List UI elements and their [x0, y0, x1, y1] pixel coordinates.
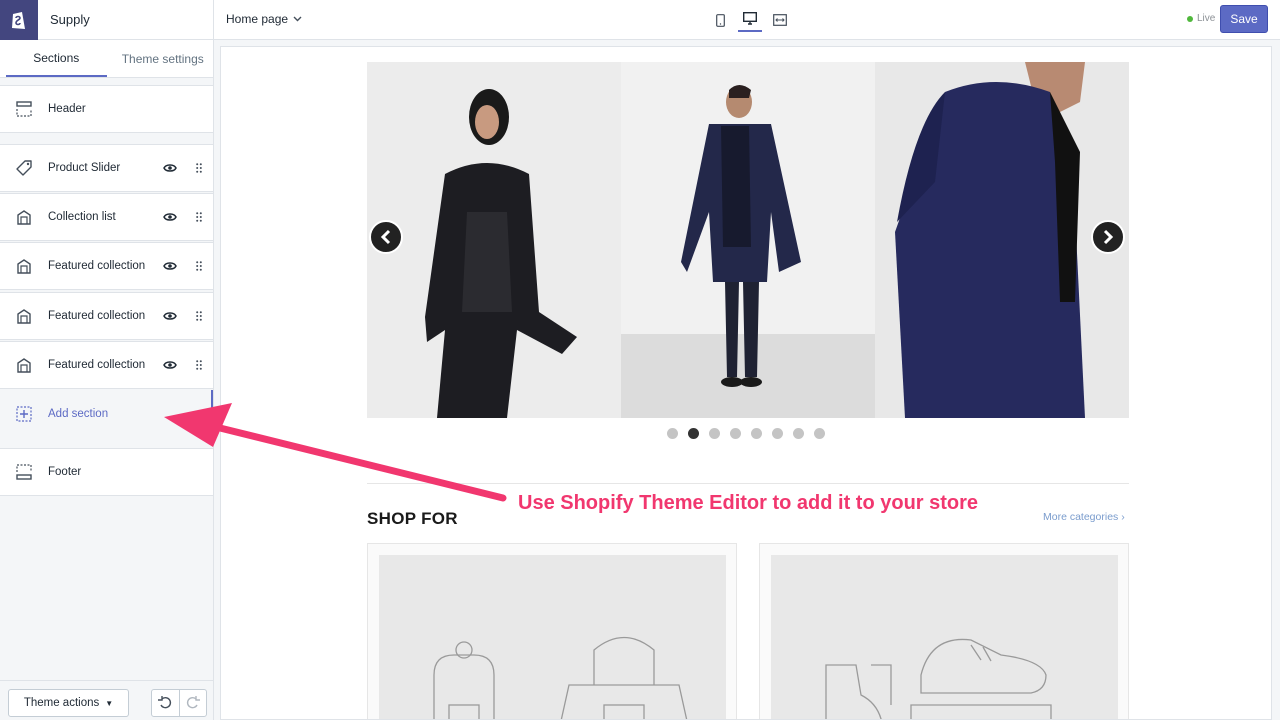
placeholder-image [379, 555, 726, 719]
device-toggle [712, 8, 788, 32]
section-footer-label: Footer [48, 466, 82, 478]
chevron-left-icon [380, 229, 391, 245]
add-section-label: Add section [48, 408, 109, 420]
slider-prev-button[interactable] [369, 220, 403, 254]
add-section-button[interactable]: Add section [0, 390, 213, 438]
section-label: Featured collection [48, 359, 146, 371]
drag-handle-icon[interactable] [185, 261, 213, 271]
eye-icon[interactable] [155, 212, 185, 222]
category-card[interactable] [759, 543, 1129, 719]
desktop-icon[interactable] [738, 8, 762, 32]
drag-handle-icon[interactable] [185, 212, 213, 222]
section-featured-collection[interactable]: Featured collection [0, 242, 213, 290]
eye-icon[interactable] [155, 311, 185, 321]
sidebar-tabs: Sections Theme settings [0, 40, 213, 78]
eye-icon[interactable] [155, 360, 185, 370]
live-status: Live [1187, 13, 1215, 24]
theme-actions-button[interactable]: Theme actions ▼ [8, 689, 129, 717]
fullwidth-icon[interactable] [772, 8, 788, 32]
placeholder-image [771, 555, 1118, 719]
sidebar-footer: Theme actions ▼ [0, 680, 213, 720]
annotation-text: Use Shopify Theme Editor to add it to yo… [518, 492, 979, 514]
live-status-label: Live [1197, 13, 1216, 24]
slider-dot[interactable] [667, 428, 678, 439]
page-selector-label: Home page [226, 12, 289, 26]
slider-dot[interactable] [772, 428, 783, 439]
editor-topbar: Home page Live Save [214, 0, 1280, 40]
more-categories-link[interactable]: More categories › [1043, 511, 1125, 523]
eye-icon[interactable] [155, 163, 185, 173]
sidebar: Supply Sections Theme settings Header Pr… [0, 0, 214, 720]
section-featured-collection[interactable]: Featured collection [0, 341, 213, 389]
header-icon [0, 101, 48, 117]
slider-next-button[interactable] [1091, 220, 1125, 254]
section-featured-collection[interactable]: Featured collection [0, 292, 213, 340]
section-label: Collection list [48, 211, 116, 223]
footer-icon [0, 464, 48, 480]
section-product-slider[interactable]: Product Slider [0, 144, 213, 192]
collection-icon [0, 357, 48, 373]
tag-icon [0, 160, 48, 176]
section-label: Product Slider [48, 162, 121, 174]
collection-icon [0, 258, 48, 274]
divider [367, 483, 1129, 484]
add-section-icon [0, 406, 48, 422]
slider-dot[interactable] [709, 428, 720, 439]
tab-sections[interactable]: Sections [6, 40, 107, 77]
tab-theme-settings[interactable]: Theme settings [113, 40, 214, 77]
save-button[interactable]: Save [1220, 5, 1268, 33]
product-slider [367, 62, 1129, 418]
store-name: Supply [50, 12, 90, 27]
caret-down-icon: ▼ [105, 698, 114, 708]
collection-icon [0, 209, 48, 225]
slider-dot[interactable] [793, 428, 804, 439]
theme-actions-label: Theme actions [23, 697, 100, 709]
collection-icon [0, 308, 48, 324]
slider-image [621, 62, 875, 418]
section-header-label: Header [48, 103, 86, 115]
section-label: Featured collection [48, 260, 146, 272]
slider-image [367, 62, 621, 418]
undo-icon[interactable] [152, 690, 180, 716]
page-selector[interactable]: Home page [226, 12, 302, 26]
shopify-logo-icon[interactable] [0, 0, 38, 40]
mobile-icon[interactable] [712, 8, 728, 32]
store-preview: SHOP FOR More categories › [220, 46, 1272, 720]
slider-dot[interactable] [688, 428, 699, 439]
section-header[interactable]: Header [0, 85, 213, 133]
eye-icon[interactable] [155, 261, 185, 271]
drag-handle-icon[interactable] [185, 311, 213, 321]
redo-icon[interactable] [180, 690, 207, 716]
chevron-down-icon [293, 16, 302, 22]
sidebar-header: Supply [0, 0, 213, 40]
chevron-right-icon [1103, 229, 1114, 245]
category-card[interactable] [367, 543, 737, 719]
slider-dot[interactable] [814, 428, 825, 439]
live-dot-icon [1187, 15, 1193, 22]
section-footer[interactable]: Footer [0, 448, 213, 496]
section-collection-list[interactable]: Collection list [0, 193, 213, 241]
slider-dot[interactable] [751, 428, 762, 439]
section-title: SHOP FOR [367, 509, 458, 528]
undo-redo-group [151, 689, 207, 717]
section-label: Featured collection [48, 310, 146, 322]
slider-dots [667, 428, 825, 439]
slider-dot[interactable] [730, 428, 741, 439]
drag-handle-icon[interactable] [185, 163, 213, 173]
drag-handle-icon[interactable] [185, 360, 213, 370]
